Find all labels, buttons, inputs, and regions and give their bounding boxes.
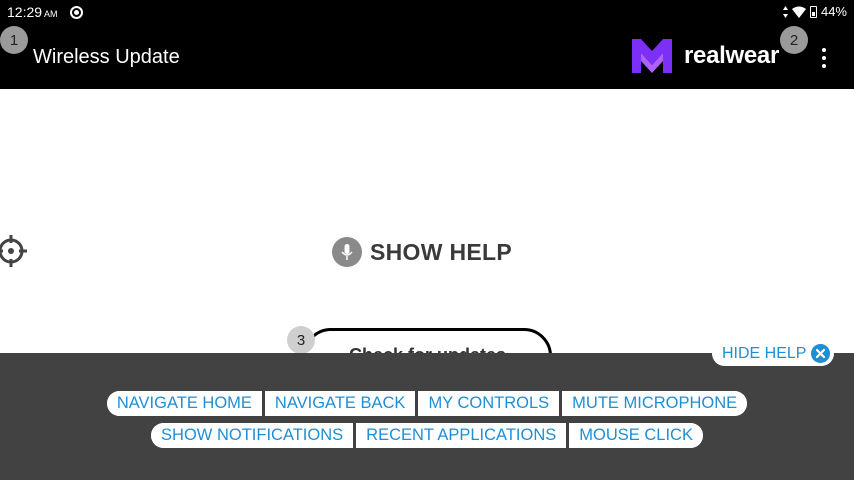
hide-help-button[interactable]: HIDE HELP [712,341,835,366]
overflow-menu-icon[interactable] [818,48,830,68]
microphone-icon [332,237,362,267]
my-controls-command[interactable]: MY CONTROLS [415,391,560,416]
number-badge-2: 2 [780,26,808,54]
number-badge-1: 1 [0,26,28,54]
battery-icon [809,5,817,18]
realwear-logo: realwear [630,37,779,75]
mouse-click-command[interactable]: MOUSE CLICK [566,423,703,448]
realwear-logo-text: realwear [684,42,780,69]
status-bar: 12:29 AM 44% [0,0,854,24]
mute-microphone-command[interactable]: MUTE MICROPHONE [559,391,748,416]
page-title: Wireless Update [33,46,180,68]
help-panel [0,353,854,480]
time-ampm: AM [44,9,58,19]
status-icons: 44% [782,4,847,19]
voice-commands-row-2: SHOW NOTIFICATIONS RECENT APPLICATIONS M… [0,423,854,448]
wifi-icon [791,6,806,18]
show-help-label: SHOW HELP [370,238,512,265]
battery-level: 44% [820,4,847,19]
close-icon[interactable] [811,344,831,363]
navigate-home-command[interactable]: NAVIGATE HOME [106,391,262,416]
number-badge-3: 3 [287,326,315,354]
time-value: 12:29 [7,4,43,20]
crosshair-icon[interactable] [0,233,28,269]
voice-commands-row-1: NAVIGATE HOME NAVIGATE BACK MY CONTROLS … [0,391,854,416]
recent-applications-command[interactable]: RECENT APPLICATIONS [353,423,567,448]
status-time: 12:29 AM [7,4,58,20]
recording-icon [70,6,83,19]
hide-help-label: HIDE HELP [722,344,807,362]
navigate-back-command[interactable]: NAVIGATE BACK [261,391,416,416]
show-help-command[interactable]: SHOW HELP [332,237,512,267]
app-bar: Wireless Update realwear [0,24,854,89]
show-notifications-command[interactable]: SHOW NOTIFICATIONS [151,423,354,448]
realwear-logo-icon [632,39,672,73]
data-arrows-icon [782,5,788,18]
